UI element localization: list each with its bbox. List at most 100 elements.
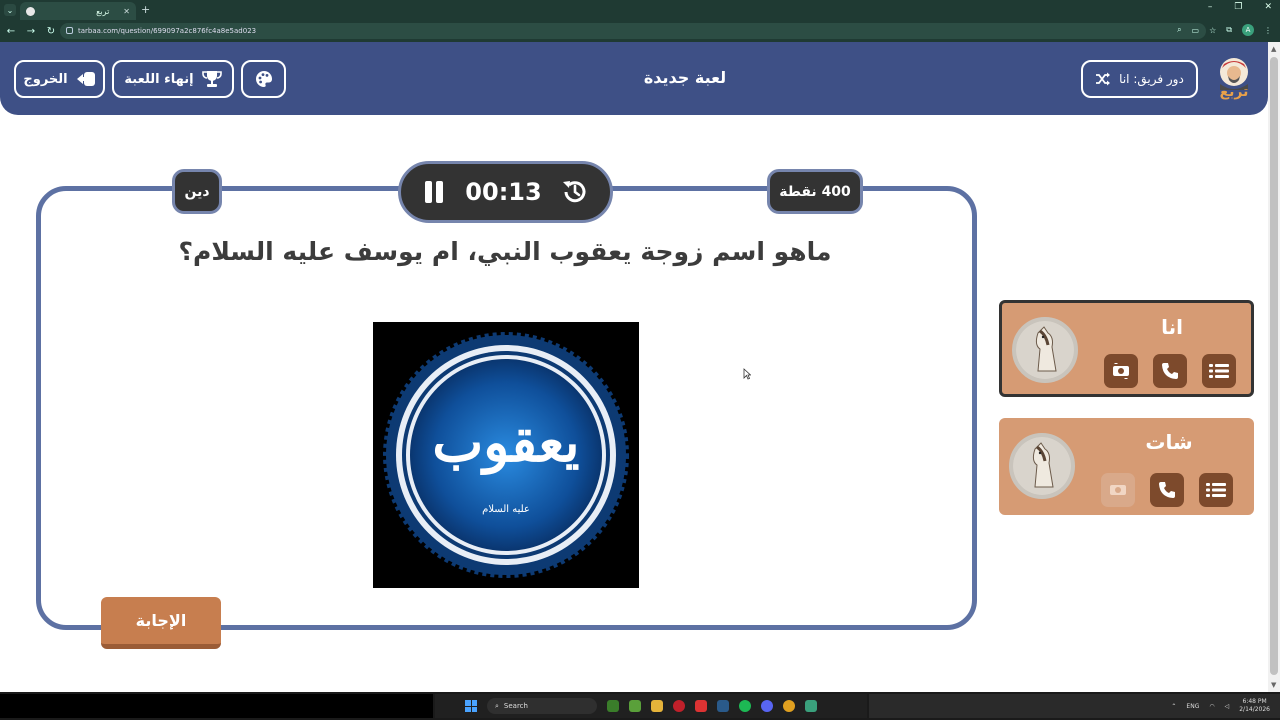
close-window-icon[interactable]: ✕ (1264, 2, 1272, 12)
minimize-icon[interactable]: – (1208, 2, 1213, 12)
team-name: شات (1145, 430, 1193, 454)
new-tab-icon[interactable]: + (141, 3, 150, 16)
call-tool-button[interactable] (1150, 473, 1184, 507)
taskbar-app-icon[interactable] (805, 700, 817, 712)
taskbar-left-area (0, 694, 433, 718)
wifi-icon[interactable]: ◠ (1209, 703, 1214, 710)
chrome-icon[interactable] (783, 700, 795, 712)
reload-icon[interactable]: ↻ (42, 26, 60, 37)
swap-icon (1113, 363, 1129, 379)
list-tool-button[interactable] (1202, 354, 1236, 388)
list-tool-button[interactable] (1199, 473, 1233, 507)
extensions-icon[interactable]: ⧉ (1226, 25, 1232, 35)
horse-icon (1013, 437, 1071, 495)
swap-tool-button[interactable] (1101, 473, 1135, 507)
end-game-button[interactable]: إنهاء اللعبة (112, 60, 234, 98)
question-text: ماهو اسم زوجة يعقوب النبي، ام يوسف عليه … (178, 237, 832, 266)
window-controls: – ❐ ✕ (1208, 2, 1272, 12)
palette-icon (255, 70, 272, 87)
taskbar-search[interactable]: ⌕ Search (487, 698, 597, 714)
file-explorer-icon[interactable] (651, 700, 663, 712)
team-card-chat: شات (999, 418, 1254, 515)
xbox-icon[interactable] (629, 700, 641, 712)
shuffle-icon (1096, 72, 1111, 86)
browser-tab[interactable]: تربع ✕ (20, 2, 136, 20)
discord-icon[interactable] (761, 700, 773, 712)
team-avatar (1012, 317, 1078, 383)
address-bar[interactable]: tarbaa.com/question/699097a2c876fc4a8e5a… (60, 23, 1206, 39)
taskbar-search-label: Search (503, 702, 528, 710)
trophy-icon (201, 71, 222, 87)
points-badge: 400 نقطة (767, 169, 863, 214)
image-caption: يعقوب (432, 410, 580, 474)
exit-label: الخروج (23, 71, 68, 87)
image-subcaption: عليه السلام (482, 504, 530, 515)
phone-icon (1159, 482, 1175, 498)
browser-menu-icon[interactable]: ⋮ (1264, 26, 1272, 35)
app-header: الخروج إنهاء اللعبة لعبة جديدة دور فريق: (0, 42, 1268, 115)
question-image: يعقوب عليه السلام (373, 322, 639, 588)
tab-search-icon[interactable]: ⌄ (4, 4, 16, 16)
tray-expand-icon[interactable]: ⌃ (1171, 703, 1176, 710)
swap-tool-button[interactable] (1104, 354, 1138, 388)
taskbar-tray: ⌃ ENG ◠ ◁ 6:48 PM 2/14/2026 (869, 694, 1280, 718)
back-icon[interactable]: ← (2, 26, 20, 37)
volume-icon[interactable]: ◁ (1225, 703, 1230, 710)
taskbar-clock[interactable]: 6:48 PM 2/14/2026 (1239, 698, 1270, 714)
url-text: tarbaa.com/question/699097a2c876fc4a8e5a… (78, 27, 257, 35)
end-game-label: إنهاء اللعبة (124, 71, 194, 87)
mouse-cursor-icon (743, 368, 751, 380)
site-info-icon[interactable] (66, 27, 73, 34)
maximize-icon[interactable]: ❐ (1234, 2, 1242, 12)
profile-avatar[interactable]: A (1242, 24, 1254, 36)
zoom-icon[interactable]: ⌕ (1177, 25, 1181, 35)
pause-icon[interactable] (421, 179, 447, 205)
page-scrollbar[interactable]: ▲ ▼ (1268, 42, 1280, 692)
phone-icon (1162, 363, 1178, 379)
team-tools (1104, 354, 1236, 388)
os-taskbar: ⌕ Search ⌃ ENG ◠ ◁ 6:48 PM 2/14/2026 (0, 692, 1280, 720)
exit-button[interactable]: الخروج (14, 60, 105, 98)
horse-icon (1016, 321, 1074, 379)
bookmark-star-icon[interactable]: ☆ (1209, 26, 1216, 35)
taskbar-app-icon[interactable] (607, 700, 619, 712)
clock-time: 6:48 PM (1242, 698, 1267, 705)
search-icon: ⌕ (495, 701, 499, 710)
forward-icon[interactable]: → (22, 26, 40, 37)
tab-title: تربع (96, 6, 110, 16)
team-name: انا (1161, 315, 1183, 339)
spotify-icon[interactable] (739, 700, 751, 712)
scrollbar-thumb[interactable] (1270, 57, 1278, 675)
answer-button[interactable]: الإجابة (101, 597, 221, 649)
page-title: لعبة جديدة (643, 68, 727, 87)
browser-toolbar: ← → ↻ tarbaa.com/question/699097a2c876fc… (0, 20, 1280, 42)
tab-close-icon[interactable]: ✕ (123, 7, 130, 16)
clock-date: 2/14/2026 (1239, 706, 1270, 713)
theme-palette-button[interactable] (241, 60, 286, 98)
list-icon (1206, 483, 1226, 497)
windows-start-icon[interactable] (465, 700, 477, 712)
timer-value: 00:13 (465, 178, 542, 206)
language-indicator[interactable]: ENG (1186, 703, 1199, 710)
cast-icon[interactable]: ▭ (1192, 26, 1200, 35)
exit-icon (76, 72, 95, 86)
steam-icon[interactable] (717, 700, 729, 712)
scroll-down-icon[interactable]: ▼ (1271, 681, 1276, 689)
tab-favicon-icon (26, 6, 35, 16)
taskbar-center: ⌕ Search (435, 694, 867, 718)
address-bar-icons: ⌕ ▭ ☆ ⧉ A ⋮ (1177, 24, 1272, 36)
team-avatar (1009, 433, 1075, 499)
call-tool-button[interactable] (1153, 354, 1187, 388)
team-turn-button[interactable]: دور فريق: انا (1081, 60, 1198, 98)
opera-icon[interactable] (673, 700, 685, 712)
browser-tab-strip: ⌄ تربع ✕ + – ❐ ✕ (0, 0, 1280, 20)
team-card-ana: انا (999, 300, 1254, 397)
scroll-up-icon[interactable]: ▲ (1271, 45, 1276, 53)
category-badge: دين (172, 169, 222, 214)
history-icon[interactable] (560, 177, 590, 207)
team-turn-label: دور فريق: انا (1119, 72, 1184, 86)
timer-control: 00:13 (398, 161, 613, 223)
taskbar-app-icon[interactable] (695, 700, 707, 712)
list-icon (1209, 364, 1229, 378)
swap-icon (1110, 485, 1126, 495)
